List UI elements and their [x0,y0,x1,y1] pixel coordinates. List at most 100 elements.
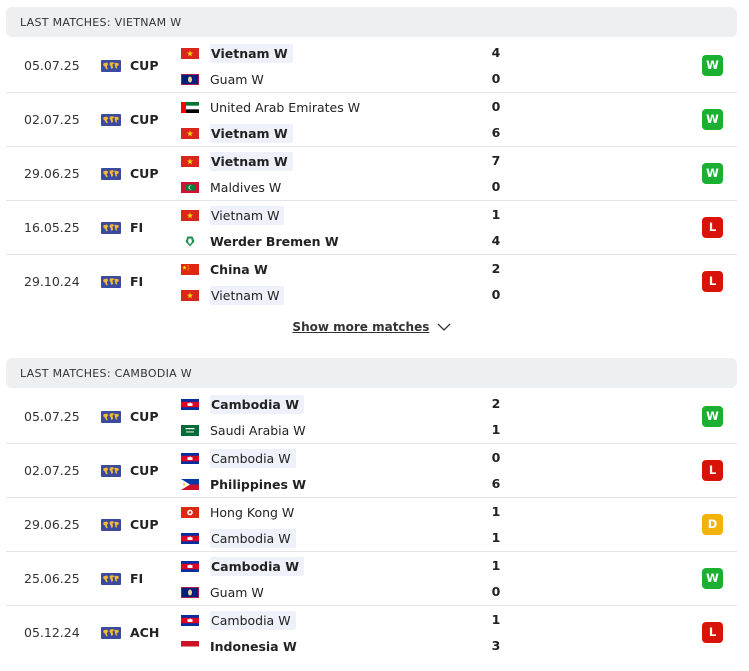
home-team: Vietnam W [181,42,293,64]
werder-flag-icon [181,235,199,247]
match-date: 29.10.24 [24,274,80,289]
away-team: Werder Bremen W [181,230,343,252]
guam-flag-icon [181,73,199,85]
match-date: 05.07.25 [24,58,80,73]
home-team-name: Hong Kong W [210,504,295,520]
away-team-name: Guam W [210,584,264,600]
uae-flag-icon [181,101,199,113]
home-team: Cambodia W [181,555,304,577]
away-team-name: Vietnam W [210,123,293,143]
away-score: 0 [491,71,501,86]
away-team-name: Philippines W [210,476,307,492]
china-flag-icon [181,263,199,275]
match-row[interactable]: 05.07.25 CUP Vietnam W Guam W 4 0 W [6,39,737,93]
match-row[interactable]: 29.06.25 CUP Vietnam W Maldives W 7 0 W [6,147,737,201]
show-more-matches-button[interactable]: Show more matches [6,320,737,334]
away-team-name: Saudi Arabia W [210,422,306,438]
cambodia-flag-icon [181,452,199,464]
away-team-name: Maldives W [210,179,282,195]
home-score: 4 [491,45,501,60]
away-score: 6 [491,476,501,491]
away-team: Saudi Arabia W [181,419,310,441]
competition-label: FI [130,274,144,289]
world-map-icon [101,276,121,288]
result-badge: L [702,217,723,238]
away-team: Maldives W [181,176,285,198]
result-badge: L [702,622,723,643]
match-row[interactable]: 05.07.25 CUP Cambodia W Saudi Arabia W 2 1 W [6,390,737,444]
chevron-down-icon [437,323,451,331]
away-score: 6 [491,125,501,140]
away-team-name: Guam W [210,71,264,87]
home-team-name: Vietnam W [210,151,293,171]
show-more-label: Show more matches [292,320,430,334]
competition-label: CUP [130,463,159,478]
away-score: 1 [491,530,501,545]
vietnam-flag-icon [181,289,199,301]
vietnam-flag-icon [181,155,199,167]
away-team: Vietnam W [181,122,293,144]
vietnam-flag-icon [181,47,199,59]
section-title: LAST MATCHES: VIETNAM W [20,15,182,29]
match-date: 25.06.25 [24,571,80,586]
section-cambodia: LAST MATCHES: CAMBODIA W 05.07.25 CUP Camb… [6,358,737,666]
match-row[interactable]: 29.06.25 CUP Hong Kong W Cambodia W 1 1 D [6,498,737,552]
home-score: 1 [491,207,501,222]
philippines-flag-icon [181,478,199,490]
result-badge: L [702,271,723,292]
home-team: Vietnam W [181,204,285,226]
world-map-icon [101,168,121,180]
vietnam-flag-icon [181,127,199,139]
competition-label: CUP [130,517,159,532]
away-team: Cambodia W [181,527,296,549]
match-date: 29.06.25 [24,166,80,181]
competition-label: CUP [130,409,159,424]
competition-label: FI [130,220,144,235]
hongkong-flag-icon [181,506,199,518]
away-team-name: Indonesia W [210,638,297,654]
home-team: Cambodia W [181,393,304,415]
guam-flag-icon [181,586,199,598]
home-team-name: Cambodia W [210,610,296,630]
cambodia-flag-icon [181,532,199,544]
home-score: 1 [491,558,501,573]
result-badge: W [702,163,723,184]
match-row[interactable]: 25.06.25 FI Cambodia W Guam W 1 0 W [6,552,737,606]
match-row[interactable]: 02.07.25 CUP Cambodia W Philippines W 0 6 L [6,444,737,498]
indonesia-flag-icon [181,640,199,652]
competition-label: CUP [130,112,159,127]
match-date: 02.07.25 [24,463,80,478]
home-team: Hong Kong W [181,501,298,523]
away-team: Guam W [181,68,268,90]
world-map-icon [101,573,121,585]
match-row[interactable]: 29.10.24 FI China W Vietnam W 2 0 L [6,255,737,309]
home-team-name: Vietnam W [210,205,285,225]
away-score: 1 [491,422,501,437]
world-map-icon [101,411,121,423]
away-score: 0 [491,287,501,302]
match-row[interactable]: 02.07.25 CUP United Arab Emirates W Vietnam… [6,93,737,147]
away-team-name: Vietnam W [210,285,285,305]
home-team: United Arab Emirates W [181,96,364,118]
saudi-flag-icon [181,424,199,436]
home-score: 0 [491,450,501,465]
match-date: 29.06.25 [24,517,80,532]
world-map-icon [101,114,121,126]
competition-label: CUP [130,166,159,181]
home-score: 2 [491,396,501,411]
home-team-name: Cambodia W [210,394,304,414]
home-team: Cambodia W [181,447,296,469]
away-team: Indonesia W [181,635,301,657]
match-row[interactable]: 16.05.25 FI Vietnam W Werder Bremen W 1 4 L [6,201,737,255]
section-header: LAST MATCHES: CAMBODIA W [6,358,737,388]
world-map-icon [101,222,121,234]
maldives-flag-icon [181,181,199,193]
cambodia-flag-icon [181,398,199,410]
home-team: Vietnam W [181,150,293,172]
world-map-icon [101,465,121,477]
away-score: 0 [491,584,501,599]
match-row[interactable]: 05.12.24 ACH Cambodia W Indonesia W 1 3 L [6,606,737,660]
result-badge: W [702,568,723,589]
world-map-icon [101,60,121,72]
world-map-icon [101,627,121,639]
